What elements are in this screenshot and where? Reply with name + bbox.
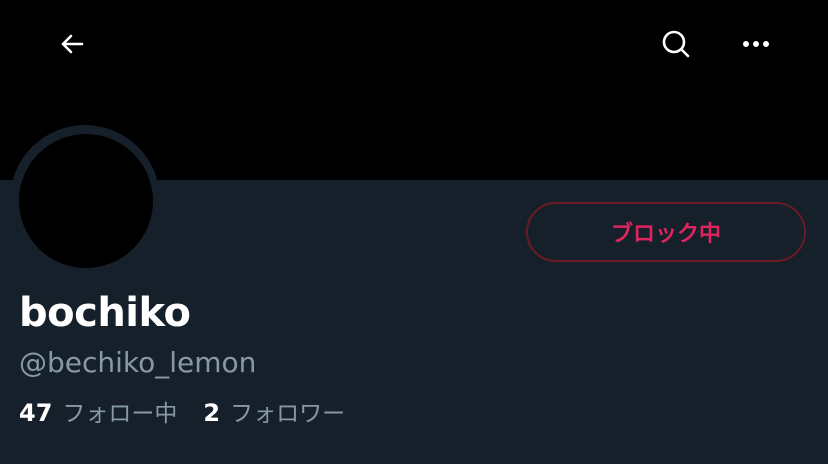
blocked-button[interactable]: ブロック中 <box>526 202 806 262</box>
followers-label: フォロワー <box>230 401 346 427</box>
user-handle: @bechiko_lemon <box>19 346 257 379</box>
followers-stat[interactable]: 2 フォロワー <box>203 394 345 428</box>
avatar[interactable] <box>19 134 153 268</box>
search-icon <box>662 30 690 58</box>
search-button[interactable] <box>652 20 700 68</box>
more-button[interactable] <box>732 20 780 68</box>
more-horizontal-icon <box>743 41 769 47</box>
following-label: フォロー中 <box>62 401 178 427</box>
following-count: 47 <box>19 399 53 427</box>
following-stat[interactable]: 47 フォロー中 <box>19 394 177 428</box>
display-name: bochiko <box>19 290 191 336</box>
follow-stats: 47 フォロー中 2 フォロワー <box>19 394 371 428</box>
followers-count: 2 <box>203 399 221 427</box>
back-button[interactable] <box>48 20 96 68</box>
back-arrow-icon <box>61 34 84 54</box>
